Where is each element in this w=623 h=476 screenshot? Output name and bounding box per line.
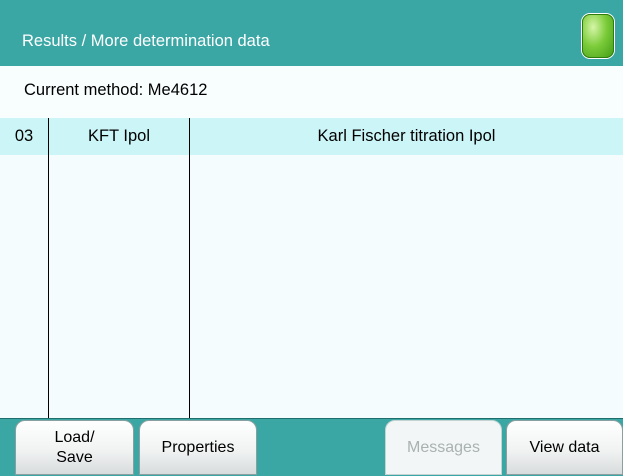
row-short-name: KFT Ipol — [87, 127, 151, 145]
current-method-label: Current method: Me4612 — [24, 81, 208, 99]
current-method-row: Current method: Me4612 — [0, 66, 623, 119]
column-divider — [189, 118, 190, 418]
view-data-label: View data — [529, 438, 600, 456]
results-screen: Results / More determination data Curren… — [0, 0, 623, 476]
results-table: 03 KFT Ipol Karl Fischer titration Ipol — [0, 118, 623, 418]
column-divider — [48, 118, 49, 418]
load-save-button[interactable]: Load/Save — [15, 420, 134, 475]
messages-label: Messages — [407, 438, 480, 456]
load-save-label: Load/Save — [54, 428, 95, 466]
page-title: Results / More determination data — [22, 32, 270, 50]
properties-button[interactable]: Properties — [139, 420, 257, 475]
status-led-icon[interactable] — [582, 14, 614, 58]
properties-label: Properties — [161, 438, 235, 456]
view-data-button[interactable]: View data — [506, 420, 623, 475]
row-number: 03 — [14, 127, 34, 145]
messages-button[interactable]: Messages — [385, 420, 502, 475]
row-full-name: Karl Fischer titration Ipol — [317, 127, 496, 145]
title-bar: Results / More determination data — [0, 0, 623, 66]
